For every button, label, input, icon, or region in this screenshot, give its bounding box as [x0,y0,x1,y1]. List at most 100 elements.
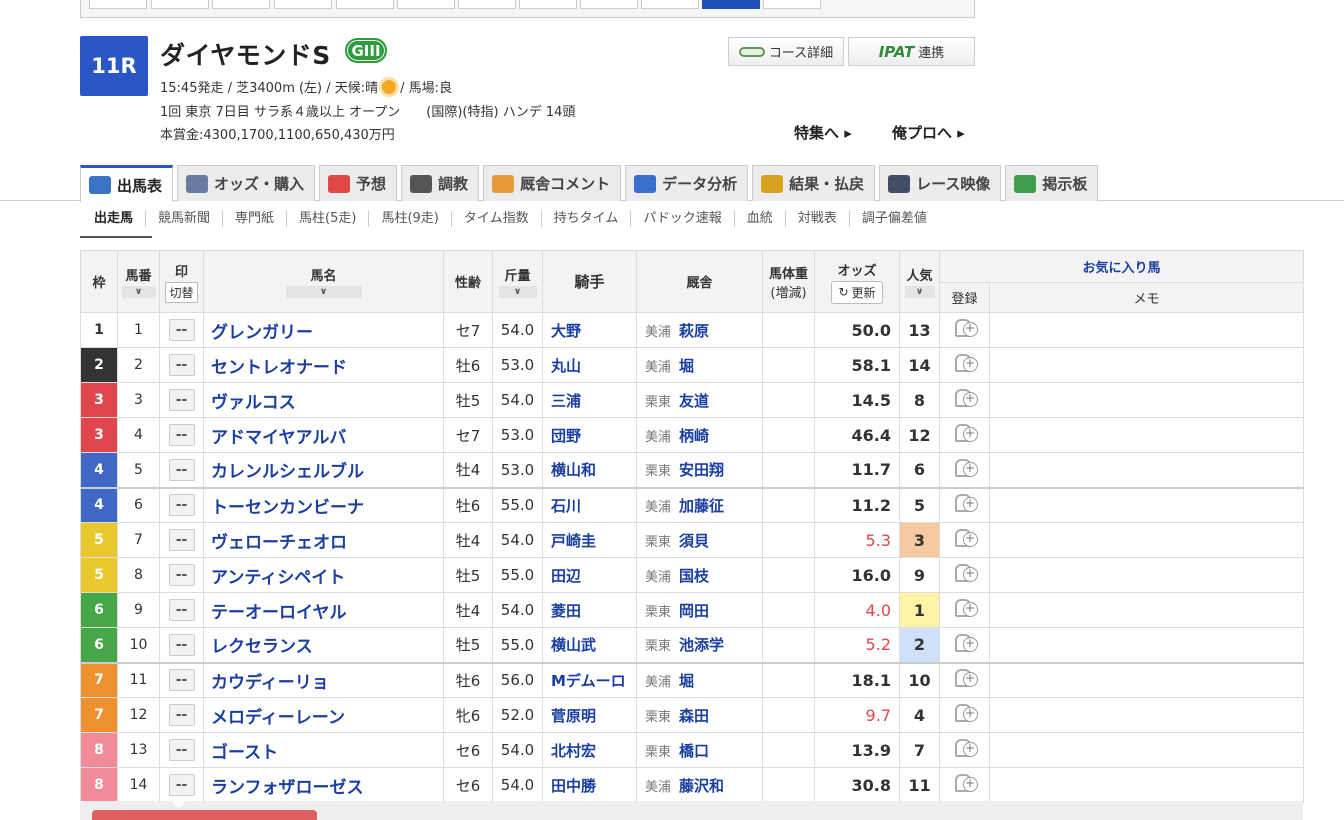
subtab-7[interactable]: パドック速報 [631,211,735,227]
tab-1[interactable]: オッズ・購入 [177,165,316,201]
mark-button[interactable]: -- [168,564,195,586]
memo-cell[interactable] [988,312,1305,348]
add-favorite-icon[interactable] [953,772,978,794]
mark-button[interactable]: -- [168,354,195,376]
horse-name-link[interactable]: グレンガリー [203,312,444,348]
orepro-link[interactable]: 俺プロへ ▸ [892,122,965,143]
top-tab-active[interactable] [702,0,760,9]
horse-name-link[interactable]: ヴェローチェオロ [203,522,444,558]
sort-icon[interactable]: ∨ [498,286,537,298]
jockey-link[interactable]: 北村宏 [542,732,637,768]
horse-name-link[interactable]: ランフォザローゼス [203,767,444,803]
trainer-link[interactable]: 安田翔 [679,461,724,479]
mark-button[interactable]: -- [168,494,195,517]
trainer-link[interactable]: 森田 [679,707,709,725]
mark-button[interactable]: -- [168,774,195,796]
jockey-link[interactable]: 田辺 [542,557,637,593]
mark-button[interactable]: -- [168,739,195,761]
top-tab[interactable] [397,0,455,9]
col-umaban[interactable]: 馬番 ∨ [117,250,160,313]
subtab-9[interactable]: 対戦表 [786,211,850,227]
subtab-4[interactable]: 馬柱(9走) [369,211,452,227]
memo-cell[interactable] [988,417,1305,453]
top-tab[interactable] [580,0,638,9]
subtab-6[interactable]: 持ちタイム [542,211,632,227]
odds-refresh-button[interactable]: ↻ 更新 [831,280,883,304]
memo-cell[interactable] [988,732,1305,768]
top-tab[interactable] [151,0,209,9]
subtab-3[interactable]: 馬柱(5走) [287,211,370,227]
memo-cell[interactable] [988,592,1305,628]
jockey-link[interactable]: 横山和 [542,452,637,488]
add-favorite-icon[interactable] [953,457,978,479]
mark-button[interactable]: -- [168,529,195,551]
trainer-link[interactable]: 堀 [679,357,694,375]
trainer-link[interactable]: 藤沢和 [679,777,724,795]
tab-8[interactable]: 掲示板 [1005,165,1099,201]
col-pop[interactable]: 人気 ∨ [899,250,940,313]
mark-toggle-button[interactable]: 切替 [165,281,198,303]
horse-name-link[interactable]: アンティシペイト [203,557,444,593]
memo-cell[interactable] [988,486,1305,523]
memo-cell[interactable] [988,661,1305,698]
subtab-2[interactable]: 専門紙 [223,211,288,227]
tab-6[interactable]: 結果・払戻 [752,165,876,201]
sort-icon[interactable]: ∨ [121,286,156,298]
subtab-1[interactable]: 競馬新聞 [146,211,224,227]
mark-button[interactable]: -- [168,389,195,411]
horse-name-link[interactable]: ヴァルコス [203,382,444,418]
ipat-link-button[interactable]: IPAT 連携 [848,37,975,66]
memo-cell[interactable] [988,347,1305,383]
tab-3[interactable]: 調教 [401,165,480,201]
horse-name-link[interactable]: カウディーリョ [203,661,444,698]
add-favorite-icon[interactable] [953,702,978,724]
jockey-link[interactable]: 三浦 [542,382,637,418]
mark-button[interactable]: -- [168,704,195,726]
jockey-link[interactable]: Mデムーロ [542,661,637,698]
add-favorite-icon[interactable] [953,317,978,339]
horse-name-link[interactable]: メロディーレーン [203,697,444,733]
horse-name-link[interactable]: セントレオナード [203,347,444,383]
jockey-link[interactable]: 菅原明 [542,697,637,733]
trainer-link[interactable]: 岡田 [679,602,709,620]
subtab-0[interactable]: 出走馬 [80,211,147,227]
jockey-link[interactable]: 田中勝 [542,767,637,803]
horse-name-link[interactable]: レクセランス [203,627,444,663]
tab-7[interactable]: レース映像 [879,165,1002,201]
memo-cell[interactable] [988,697,1305,733]
add-favorite-icon[interactable] [953,562,978,584]
top-tab[interactable] [89,0,147,9]
top-tab[interactable] [274,0,332,9]
horse-name-link[interactable]: カレンルシェルブル [203,452,444,488]
mark-button[interactable]: -- [168,669,195,692]
jockey-link[interactable]: 石川 [542,486,637,523]
horse-name-link[interactable]: テーオーロイヤル [203,592,444,628]
jockey-link[interactable]: 菱田 [542,592,637,628]
memo-cell[interactable] [988,627,1305,663]
add-favorite-icon[interactable] [953,597,978,619]
trainer-link[interactable]: 堀 [679,672,694,690]
jockey-link[interactable]: 横山武 [542,627,637,663]
mark-button[interactable]: -- [168,319,195,341]
tab-4[interactable]: 厩舎コメント [483,165,622,201]
top-tab[interactable] [641,0,699,9]
bottom-action-button[interactable] [92,810,317,820]
trainer-link[interactable]: 柄崎 [679,427,709,445]
subtab-10[interactable]: 調子偏差値 [850,211,939,227]
jockey-link[interactable]: 大野 [542,312,637,348]
tab-5[interactable]: データ分析 [625,165,749,201]
trainer-link[interactable]: 萩原 [679,322,709,340]
memo-cell[interactable] [988,557,1305,593]
top-tab[interactable] [763,0,821,9]
jockey-link[interactable]: 戸崎圭 [542,522,637,558]
tab-2[interactable]: 予想 [319,165,398,201]
add-favorite-icon[interactable] [953,422,978,444]
subtab-8[interactable]: 血統 [735,211,786,227]
col-horse[interactable]: 馬名 ∨ [203,250,444,313]
trainer-link[interactable]: 橋口 [679,742,709,760]
add-favorite-icon[interactable] [953,527,978,549]
add-favorite-icon[interactable] [953,737,978,759]
top-tab[interactable] [519,0,577,9]
sort-icon[interactable]: ∨ [285,286,362,298]
sort-icon[interactable]: ∨ [904,286,935,298]
